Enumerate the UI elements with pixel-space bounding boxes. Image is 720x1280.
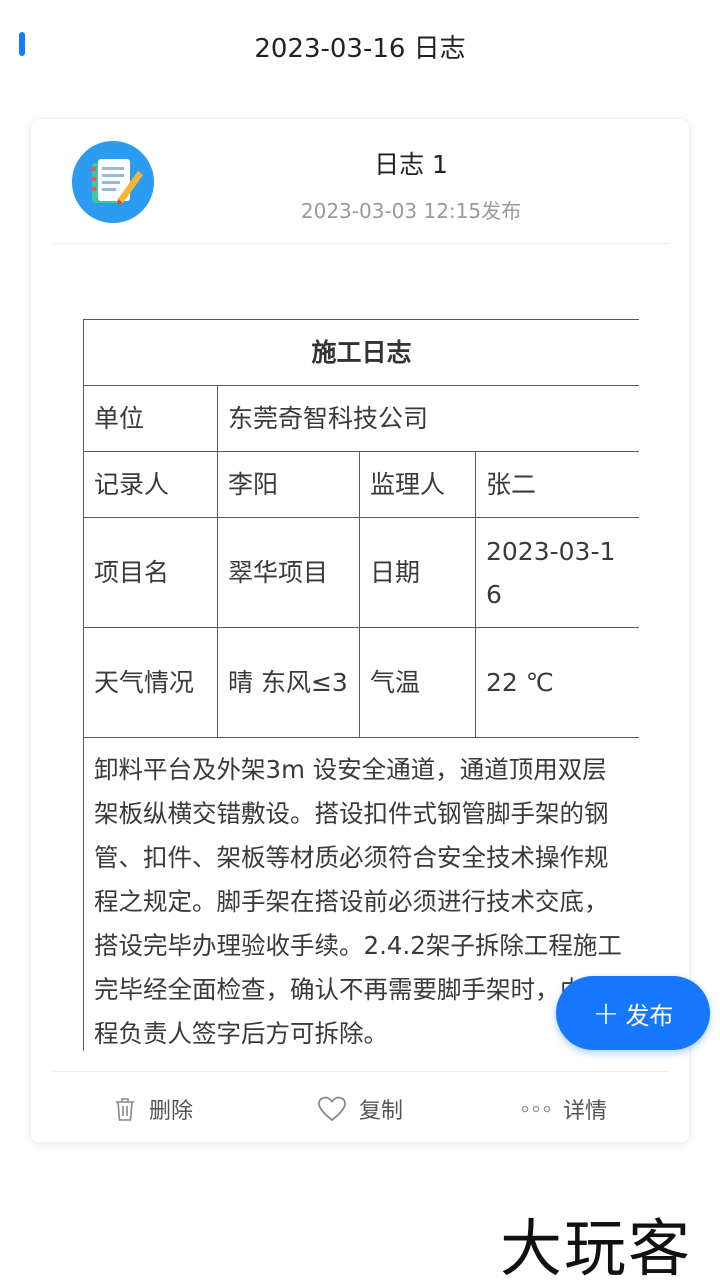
temperature-label: 气温 — [359, 627, 476, 738]
delete-button[interactable]: 删除 — [113, 1079, 193, 1139]
heart-icon — [317, 1096, 347, 1122]
log-publish-time: 2023-03-03 12:15发布 — [300, 199, 522, 223]
detail-button[interactable]: 详情 — [521, 1079, 607, 1139]
page-title: 2023-03-16 日志 — [254, 34, 466, 64]
supervisor-value: 张二 — [474, 451, 639, 518]
divider — [53, 243, 669, 244]
log-title: 日志 1 — [374, 150, 448, 179]
plus-icon: + — [592, 994, 620, 1032]
card-actions: 删除 复制 详情 — [31, 1079, 689, 1139]
construction-log-table: 施工日志 单位 东莞奇智科技公司 记录人 李阳 监理人 张二 项目名 翠华项目 … — [83, 319, 639, 1051]
more-dots-icon — [521, 1105, 551, 1113]
date-label: 日期 — [359, 517, 476, 628]
log-content: 卸料平台及外架3m 设安全通道，通道顶用双层架板纵横交错敷设。搭设扣件式钢管脚手… — [83, 737, 639, 1051]
publish-fab-button[interactable]: + 发布 — [556, 976, 710, 1050]
divider — [53, 1071, 669, 1072]
watermark-logo: 大玩客 — [500, 1212, 693, 1280]
date-value: 2023-03-16 — [474, 517, 639, 628]
weather-value: 晴 东风≤3 — [217, 627, 360, 738]
log-table-container[interactable]: 施工日志 单位 东莞奇智科技公司 记录人 李阳 监理人 张二 项目名 翠华项目 … — [83, 319, 639, 1051]
weather-label: 天气情况 — [83, 627, 218, 738]
detail-label: 详情 — [563, 1099, 608, 1124]
recorder-label: 记录人 — [83, 451, 218, 518]
delete-label: 删除 — [149, 1099, 194, 1124]
log-card-header: 日志 1 2023-03-03 12:15发布 — [31, 119, 689, 245]
unit-value: 东莞奇智科技公司 — [216, 385, 639, 452]
unit-label: 单位 — [83, 385, 218, 452]
page-header: 2023-03-16 日志 — [0, 0, 720, 92]
copy-button[interactable]: 复制 — [317, 1079, 403, 1139]
project-value: 翠华项目 — [217, 517, 360, 628]
supervisor-label: 监理人 — [359, 451, 476, 518]
recorder-value: 李阳 — [217, 451, 360, 518]
table-heading: 施工日志 — [83, 319, 639, 386]
trash-icon — [113, 1096, 137, 1122]
temperature-value: 22 ℃ — [474, 627, 639, 738]
copy-label: 复制 — [359, 1099, 404, 1124]
publish-label: 发布 — [625, 1001, 674, 1030]
project-label: 项目名 — [83, 517, 218, 628]
